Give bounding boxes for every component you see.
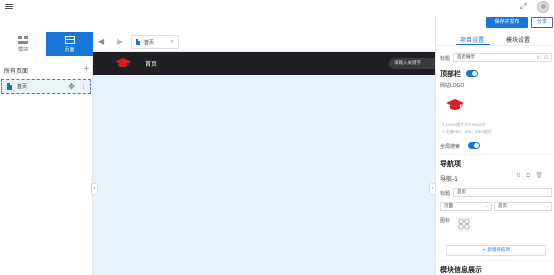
nav-section-title: 导航项 [440,160,461,168]
divider [436,154,554,155]
nav-item-tools: ⇅⧉🗑 [516,172,548,180]
share-button[interactable]: 分享 [531,17,553,28]
module-info-section-title: 模块信息展示 [440,266,482,274]
copy-icon[interactable]: ⧉ [526,172,535,179]
chevron-down-icon: ⌄ [545,204,549,209]
page-tab-label: 首页 [144,39,155,46]
nav-type-select[interactable]: 页面 ⌄ [440,202,492,211]
settings-tabs: 项目设置 模块设置 [436,32,554,46]
more-icon[interactable]: ⋮ [80,83,87,91]
title-input-value: 首页展示 [457,55,475,60]
title-label: 标题 [440,56,451,62]
logo-hint-format: 2.支持PNG、JPG、JPEG格式 [442,129,492,134]
divider [436,260,554,261]
logo-upload-graduation-cap-icon[interactable] [446,98,464,112]
add-nav-item-button[interactable]: + 新增导航项 [446,245,546,256]
nav-item-title: 导航-1 [440,176,458,183]
all-pages-heading: 所有页面 [4,68,29,75]
logo-hint-size: 1.LOGO图片大小5M以内 [442,122,485,127]
title-input[interactable]: 首页展示 4 / 15 [453,53,552,62]
page-icon [64,35,75,44]
expand-icon[interactable]: ⤢ [520,2,526,12]
delete-icon[interactable]: 🗑 [535,172,548,179]
graduation-cap-icon [115,58,131,68]
back-arrow-icon[interactable]: ◀ [98,37,104,46]
logo-label: 网站LOGO [440,83,465,89]
topbar-section-title: 顶部栏 [440,70,461,78]
title-counter: 4 / 15 [536,55,548,60]
topbar-toggle[interactable] [466,70,478,77]
left-panel-tabs: 模块 页面 [0,32,93,56]
page-tab[interactable]: 首页 × [131,35,179,49]
move-icon[interactable]: ✥ [68,82,75,91]
tab-page-label: 页面 [64,46,75,53]
preview-nav-home[interactable]: 首页 [145,59,157,68]
chevron-down-icon: ⌄ [485,204,489,209]
tab-module-label: 模块 [17,46,28,53]
preview-header[interactable]: 首页 请输入关键字 [93,52,441,75]
right-panel: 保存并发布 分享 项目设置 模块设置 标题 首页展示 4 / 15 顶部栏 网站… [435,16,554,275]
active-tab-indicator [456,44,490,45]
tab-module[interactable]: 模块 [0,32,46,56]
page-tab-bar: ◀ ▶ 首页 × [93,32,435,52]
nav-type-value: 页面 [444,204,453,209]
nav-target-value: 首页 [498,204,507,209]
icon-label: 图标 [440,218,451,224]
add-page-icon[interactable]: + [83,64,90,73]
tab-project-settings[interactable]: 项目设置 [460,35,484,44]
tab-page[interactable]: 页面 [46,32,93,56]
nav-icon-picker[interactable] [456,217,472,231]
nav-title-value: 首页 [457,190,466,195]
close-icon[interactable]: × [170,39,174,45]
nav-target-select[interactable]: 首页 ⌄ [494,202,552,211]
preview-body[interactable] [93,75,435,275]
nav-title-label: 标题 [440,191,451,197]
editor-canvas: ◀ ▶ 首页 × 首页 请输入关键字 ‹ › [91,32,441,275]
collapse-left-icon[interactable]: ‹ [91,183,98,195]
top-bar: ⤢ [0,0,554,16]
global-search-toggle[interactable] [468,142,480,149]
module-icon [18,35,28,44]
page-item-label: 首页 [17,84,28,90]
grid-clover-icon [458,218,470,230]
nav-title-input[interactable]: 首页 [453,188,552,197]
drag-icon[interactable]: ⇅ [516,172,526,179]
left-panel: 模块 页面 所有页面 + 首页 ✥ ⋮ [0,32,93,275]
avatar[interactable] [537,1,549,13]
file-icon [7,83,12,90]
menu-icon[interactable] [5,3,13,11]
global-search-label: 全局搜索 [440,144,461,150]
preview-search-input[interactable]: 请输入关键字 [389,58,441,69]
file-icon [136,39,140,45]
page-list-item[interactable]: 首页 ✥ ⋮ [1,79,91,94]
save-publish-button[interactable]: 保存并发布 [486,17,528,28]
forward-arrow-icon[interactable]: ▶ [117,37,123,46]
tab-module-settings[interactable]: 模块设置 [506,35,530,44]
